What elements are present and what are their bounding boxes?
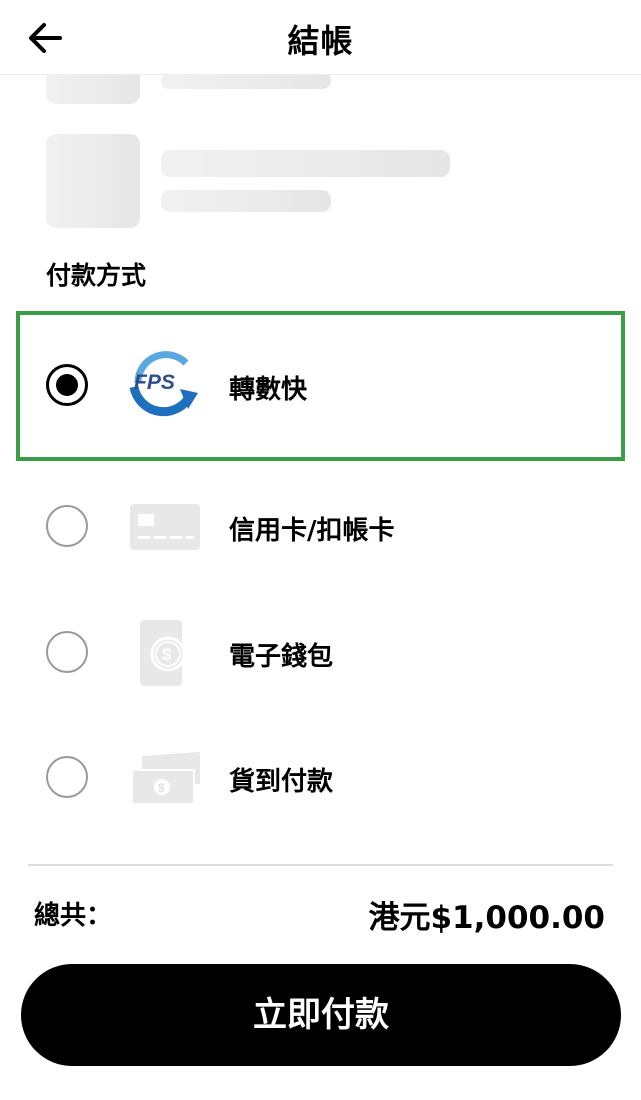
- svg-text:$: $: [162, 645, 172, 664]
- pay-now-button[interactable]: 立即付款: [21, 964, 621, 1066]
- skeleton-line: [161, 150, 450, 177]
- payment-method-label: 付款方式: [46, 261, 147, 290]
- header-bar: 結帳: [0, 0, 641, 75]
- svg-text:$: $: [158, 781, 165, 795]
- total-label: 總共：: [34, 901, 113, 931]
- skeleton-thumbnail: [46, 134, 140, 228]
- skeleton-line: [161, 190, 331, 212]
- page-title: 結帳: [287, 22, 354, 60]
- radio-ewallet[interactable]: [46, 631, 88, 673]
- radio-card[interactable]: [46, 505, 88, 547]
- payment-option-cod[interactable]: $ 貨到付款: [16, 703, 625, 853]
- radio-fps[interactable]: [46, 364, 88, 406]
- payment-option-fps[interactable]: FPS 轉數快: [16, 311, 625, 461]
- svg-text:FPS: FPS: [134, 371, 175, 394]
- cash-icon: $: [128, 750, 202, 810]
- fps-logo: FPS: [128, 349, 202, 423]
- credit-card-icon: [128, 502, 202, 556]
- total-amount: 港元$1,000.00: [368, 900, 605, 936]
- e-wallet-icon: $: [128, 618, 202, 692]
- payment-option-label: 貨到付款: [229, 767, 334, 797]
- payment-option-label: 轉數快: [229, 375, 308, 405]
- divider: [28, 864, 613, 866]
- payment-option-label: 電子錢包: [229, 642, 334, 672]
- radio-cod[interactable]: [46, 756, 88, 798]
- payment-option-label: 信用卡/扣帳卡: [229, 516, 395, 546]
